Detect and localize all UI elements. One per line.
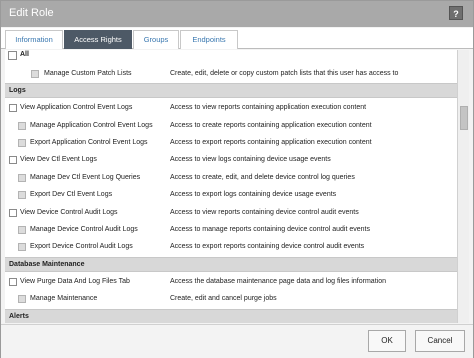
- all-checkbox[interactable]: [8, 51, 17, 60]
- permission-description: Create, edit, delete or copy custom patc…: [170, 70, 399, 77]
- list-item: View Dev Ctl Event Logs Access to view l…: [5, 152, 457, 169]
- help-icon[interactable]: ?: [449, 6, 463, 20]
- list-item: Manage Custom Patch Lists Create, edit, …: [5, 66, 457, 83]
- permission-name: View Device Control Audit Logs: [20, 209, 118, 216]
- permission-description: Access to manage reports containing devi…: [170, 226, 371, 233]
- permission-name: Manage Custom Patch Lists: [44, 70, 132, 77]
- permission-name: View Application Control Event Logs: [20, 104, 133, 111]
- permission-checkbox[interactable]: [9, 209, 17, 217]
- permission-description: Access to create reports containing appl…: [170, 122, 372, 129]
- permission-name: View Dev Ctl Event Logs: [20, 156, 97, 163]
- tab-bar: Information Access Rights Groups Endpoin…: [1, 28, 473, 49]
- permission-description: Access to view reports containing device…: [170, 209, 359, 216]
- tab-access-rights[interactable]: Access Rights: [64, 30, 132, 49]
- all-label: All: [20, 51, 29, 58]
- list-item: View Application Control Event Logs Acce…: [5, 100, 457, 117]
- list-item: Manage Application Control Event Logs Ac…: [5, 118, 457, 135]
- list-item: Export Dev Ctl Event Logs Access to expo…: [5, 187, 457, 204]
- permission-description: Access to create, edit, and delete devic…: [170, 174, 355, 181]
- permission-description: Access to export reports containing devi…: [170, 243, 365, 250]
- permission-name: Manage Device Control Audit Logs: [30, 226, 138, 233]
- permission-checkbox[interactable]: [31, 70, 39, 78]
- edit-role-dialog: Edit Role ? Information Access Rights Gr…: [0, 0, 474, 358]
- section-header-logs: Logs: [5, 83, 457, 98]
- list-item: View Purge Data And Log Files Tab Access…: [5, 274, 457, 291]
- permission-description: Access to export logs containing device …: [170, 191, 337, 198]
- permission-name: Export Application Control Event Logs: [30, 139, 148, 146]
- tab-information[interactable]: Information: [5, 30, 63, 49]
- permission-checkbox[interactable]: [9, 278, 17, 286]
- permission-description: Create, edit and cancel purge jobs: [170, 295, 277, 302]
- permission-checkbox[interactable]: [18, 191, 26, 199]
- list-item: Manage Dev Ctl Event Log Queries Access …: [5, 170, 457, 187]
- scrollbar-thumb[interactable]: [460, 106, 468, 130]
- permission-checkbox[interactable]: [9, 156, 17, 164]
- access-rights-list: All Manage Custom Patch Lists Create, ed…: [5, 50, 457, 323]
- permission-name: Manage Maintenance: [30, 295, 98, 302]
- cancel-button[interactable]: Cancel: [415, 330, 465, 352]
- permission-name: Export Device Control Audit Logs: [30, 243, 133, 250]
- permission-name: View Purge Data And Log Files Tab: [20, 278, 130, 285]
- permission-checkbox[interactable]: [18, 139, 26, 147]
- permission-checkbox[interactable]: [18, 226, 26, 234]
- section-header-database-maintenance: Database Maintenance: [5, 257, 457, 272]
- list-item: Manage Maintenance Create, edit and canc…: [5, 291, 457, 308]
- section-header-alerts: Alerts: [5, 309, 457, 323]
- permission-checkbox[interactable]: [18, 174, 26, 182]
- list-item: Manage Device Control Audit Logs Access …: [5, 222, 457, 239]
- permission-checkbox[interactable]: [18, 243, 26, 251]
- section-title: Alerts: [9, 313, 29, 320]
- ok-button[interactable]: OK: [368, 330, 406, 352]
- dialog-title: Edit Role: [9, 7, 54, 19]
- permission-description: Access to export reports containing appl…: [170, 139, 372, 146]
- tab-endpoints[interactable]: Endpoints: [180, 30, 238, 49]
- permission-description: Access to view reports containing applic…: [170, 104, 367, 111]
- permission-checkbox[interactable]: [9, 104, 17, 112]
- permission-checkbox[interactable]: [18, 295, 26, 303]
- permission-checkbox[interactable]: [18, 122, 26, 130]
- list-item: View Device Control Audit Logs Access to…: [5, 205, 457, 222]
- list-item: Export Device Control Audit Logs Access …: [5, 239, 457, 256]
- dialog-titlebar: Edit Role ?: [1, 1, 473, 27]
- permission-description: Access to view logs containing device us…: [170, 156, 331, 163]
- section-title: Database Maintenance: [9, 261, 85, 268]
- vertical-scrollbar[interactable]: [457, 50, 469, 323]
- list-item: Export Application Control Event Logs Ac…: [5, 135, 457, 152]
- permission-name: Manage Dev Ctl Event Log Queries: [30, 174, 141, 181]
- permission-name: Manage Application Control Event Logs: [30, 122, 153, 129]
- permission-name: Export Dev Ctl Event Logs: [30, 191, 113, 198]
- permission-description: Access the database maintenance page dat…: [170, 278, 386, 285]
- all-row: All: [5, 50, 457, 62]
- section-title: Logs: [9, 87, 26, 94]
- dialog-footer: OK Cancel: [1, 324, 473, 358]
- tab-groups[interactable]: Groups: [133, 30, 179, 49]
